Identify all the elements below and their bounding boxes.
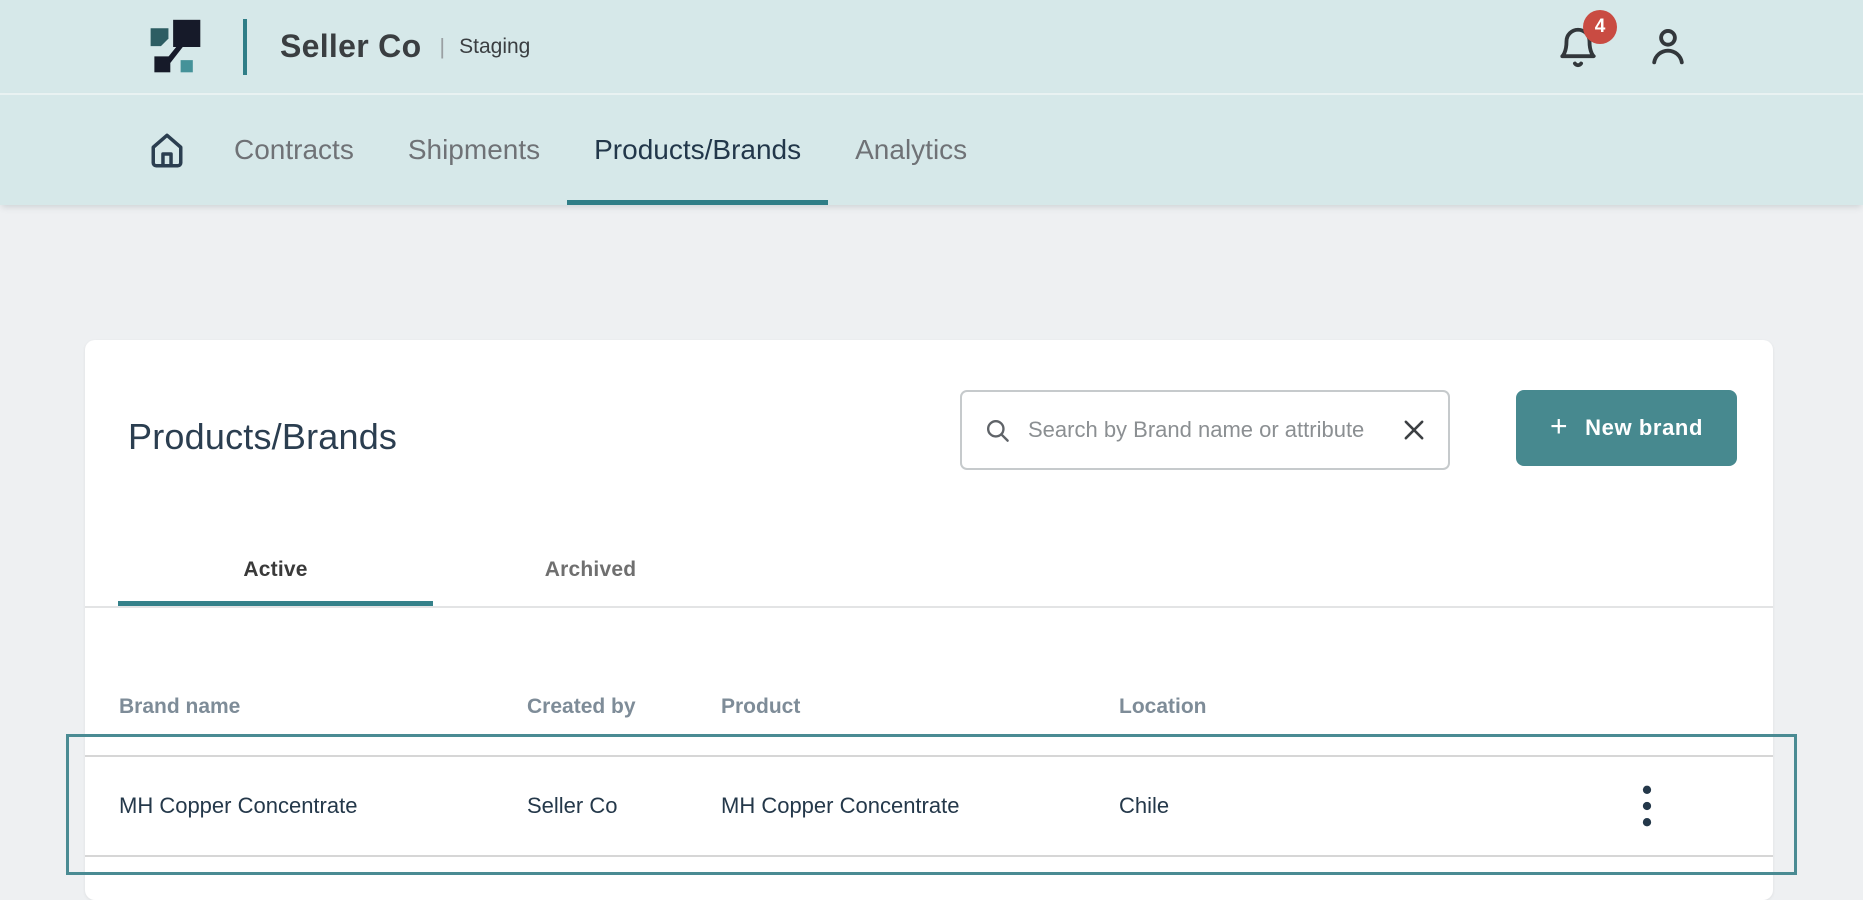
user-icon [1645, 24, 1691, 70]
brand-separator: | [439, 34, 445, 60]
row-actions-menu-button[interactable] [1638, 782, 1656, 830]
plus-icon: + [1550, 412, 1568, 442]
company-logo-icon [145, 16, 205, 78]
clear-search-button[interactable] [1400, 416, 1428, 444]
nav-item-products-brands[interactable]: Products/Brands [567, 95, 828, 205]
column-header-created-by: Created by [527, 695, 721, 719]
main-content: Products/Brands + New brand [0, 205, 1863, 900]
column-header-location: Location [1119, 695, 1638, 719]
close-icon [1400, 416, 1428, 444]
search-icon [984, 417, 1011, 444]
search-box [960, 390, 1450, 470]
nav-home-button[interactable] [145, 95, 189, 205]
selected-row-wrapper: MH Copper Concentrate Seller Co MH Coppe… [85, 755, 1773, 857]
brand-divider [243, 19, 247, 75]
search-input[interactable] [1026, 416, 1400, 444]
kebab-menu-icon [1638, 782, 1656, 830]
status-tabs: Active Archived [118, 534, 1773, 606]
nav-item-analytics[interactable]: Analytics [828, 95, 994, 205]
tab-active[interactable]: Active [118, 534, 433, 606]
card-header: Products/Brands + New brand [85, 340, 1773, 470]
home-icon [145, 128, 189, 172]
new-brand-button[interactable]: + New brand [1516, 390, 1737, 466]
cell-product: MH Copper Concentrate [721, 793, 1119, 819]
table-row[interactable]: MH Copper Concentrate Seller Co MH Coppe… [85, 757, 1773, 857]
cell-brand-name: MH Copper Concentrate [119, 793, 527, 819]
cell-created-by: Seller Co [527, 793, 721, 819]
environment-label: Staging [459, 35, 530, 59]
main-nav: Contracts Shipments Products/Brands Anal… [0, 93, 1863, 205]
column-header-brand-name: Brand name [119, 695, 527, 719]
new-brand-button-label: New brand [1585, 415, 1703, 441]
nav-item-contracts[interactable]: Contracts [207, 95, 381, 205]
account-button[interactable] [1645, 24, 1691, 70]
products-brands-card: Products/Brands + New brand [85, 340, 1773, 900]
column-header-product: Product [721, 695, 1119, 719]
notification-count-badge: 4 [1583, 10, 1617, 44]
table-header-row: Brand name Created by Product Location [85, 608, 1773, 755]
nav-item-shipments[interactable]: Shipments [381, 95, 567, 205]
app-header: Seller Co | Staging 4 [0, 0, 1863, 93]
tab-archived[interactable]: Archived [433, 534, 748, 606]
cell-location: Chile [1119, 793, 1638, 819]
notifications-button[interactable]: 4 [1555, 22, 1601, 72]
page-title: Products/Brands [128, 416, 397, 458]
brand-title: Seller Co [280, 28, 421, 65]
